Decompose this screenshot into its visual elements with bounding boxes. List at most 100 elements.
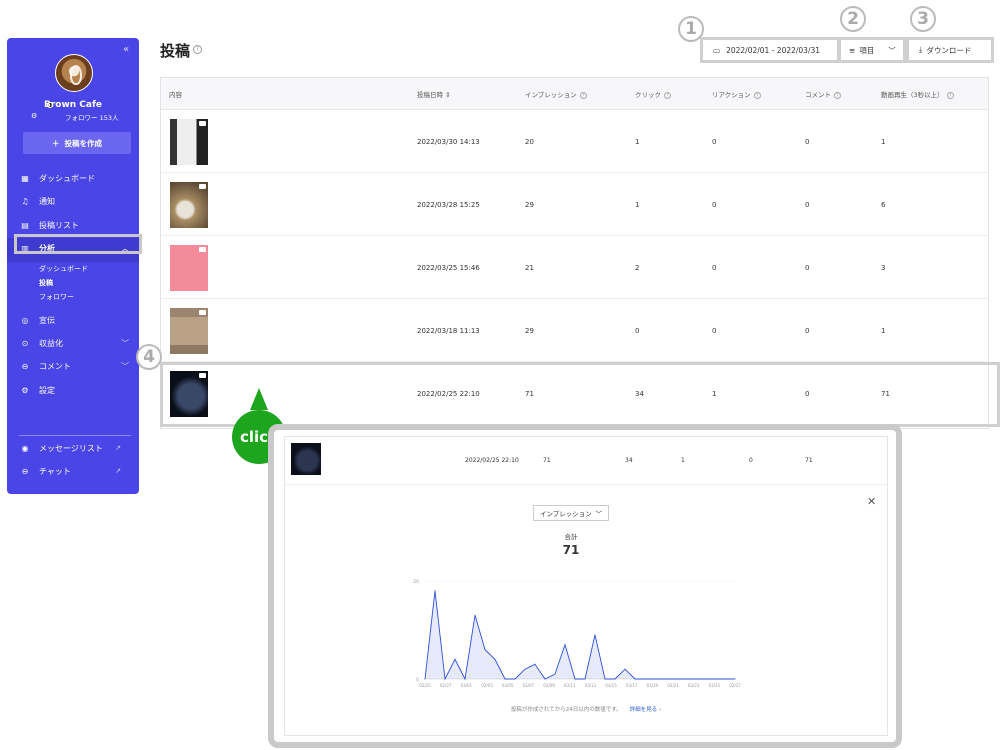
data-point [534, 663, 536, 665]
sidebar-item-notifications[interactable]: ♫ 通知 [19, 193, 133, 209]
video-icon [199, 184, 206, 189]
cell-comments: 0 [749, 457, 753, 464]
table-row[interactable]: 2022/03/28 15:25 29 1 0 0 6 [161, 173, 988, 236]
x-tick-label: 03/19 [647, 683, 659, 688]
x-tick-label: 03/17 [626, 683, 638, 688]
x-tick-label: 03/03 [481, 683, 493, 688]
cell-video-plays: 3 [881, 264, 886, 272]
x-tick-label: 03/15 [605, 683, 617, 688]
chevron-down-icon: ﹀ [121, 338, 129, 348]
header-reactions: リアクション? [712, 89, 761, 99]
cell-date: 2022/03/28 15:25 [417, 201, 480, 209]
data-point [704, 678, 706, 680]
post-thumbnail[interactable] [170, 182, 208, 228]
sidebar-sub-dashboard[interactable]: ダッシュボード [39, 264, 88, 274]
total-label: 合計 [564, 533, 578, 541]
chevron-down-icon: ﹀ [595, 510, 603, 518]
step-badge-1: 1 [678, 16, 704, 42]
impressions-chart: 20002/25 02/27 03/01 03/03 03/05 03/07 03/09 03… [413, 579, 741, 688]
post-thumbnail[interactable] [170, 119, 208, 165]
video-icon [199, 310, 206, 315]
sidebar-item-monetization[interactable]: ⊙ 収益化 ﹀ [19, 335, 133, 351]
cell-video-plays: 6 [881, 201, 886, 209]
data-point [644, 678, 646, 680]
callout-pointer [250, 388, 268, 410]
header-impressions: インプレッション? [525, 89, 587, 99]
post-thumbnail[interactable] [170, 308, 208, 354]
table-row[interactable]: 2022/03/25 15:46 21 2 0 0 3 [161, 236, 988, 299]
cell-date: 2022/03/30 14:13 [417, 138, 480, 146]
page-title: 投稿 [160, 42, 191, 60]
collapse-sidebar-icon[interactable]: « [123, 44, 129, 55]
table-row[interactable]: 2022/03/30 14:13 20 1 0 0 1 [161, 110, 988, 173]
x-tick-label: 02/27 [440, 683, 452, 688]
data-point [574, 678, 576, 680]
post-thumbnail [291, 443, 321, 475]
help-icon[interactable]: ? [664, 91, 671, 99]
download-button[interactable]: ⤓ ダウンロード [906, 37, 994, 63]
cell-date: 2022/03/25 15:46 [417, 264, 480, 272]
details-link[interactable]: 詳細を見る › [630, 707, 661, 713]
sidebar-sub-followers[interactable]: フォロワー [39, 292, 74, 302]
x-tick-label: 03/13 [585, 683, 597, 688]
data-point [554, 673, 556, 675]
cell-date: 2022/02/25 22:10 [465, 457, 519, 464]
filter-icon: ≡ [849, 45, 856, 55]
x-tick-label: 03/09 [543, 683, 555, 688]
help-icon[interactable]: ? [834, 91, 841, 99]
post-thumbnail[interactable] [170, 245, 208, 291]
sidebar-item-post-list[interactable]: ▤ 投稿リスト [19, 217, 133, 233]
date-range-picker[interactable]: ▭ 2022/02/01 - 2022/03/31 [700, 37, 840, 63]
sidebar-item-dashboard[interactable]: ▦ ダッシュボード [19, 170, 133, 186]
help-icon[interactable]: ? [753, 91, 761, 99]
settings-small-icon[interactable]: ⚙ [31, 112, 37, 120]
x-tick-label: 02/25 [419, 683, 431, 688]
avatar[interactable] [55, 54, 93, 92]
plus-icon: ＋ [52, 138, 60, 148]
close-icon[interactable]: ✕ [867, 495, 876, 508]
cell-comments: 0 [805, 264, 810, 272]
sidebar-item-comments[interactable]: ⊖ コメント ﹀ [19, 358, 133, 374]
sidebar-sub-posts[interactable]: 投稿 [39, 278, 53, 288]
chat-icon: ⊖ [21, 466, 29, 476]
cell-comments: 0 [805, 201, 810, 209]
total-value: 71 [562, 543, 580, 557]
metric-select[interactable]: インプレッション ﹀ [533, 505, 609, 521]
header-content: 内容 [169, 91, 182, 99]
header-video-plays: 動画再生（3秒以上）? [881, 89, 954, 99]
header-clicks: クリック? [635, 89, 671, 99]
data-point [724, 678, 726, 680]
create-post-button[interactable]: ＋投稿を作成 [23, 132, 131, 154]
sidebar-item-settings[interactable]: ⚙ 設定 [19, 382, 133, 398]
header-date[interactable]: 投稿日時 ⇕ [417, 89, 451, 99]
sidebar-item-message-list[interactable]: ◉ メッセージリスト ↗ [19, 440, 133, 456]
help-icon[interactable]: ? [193, 45, 202, 54]
columns-select[interactable]: ≡ 項目 ﹀ [838, 37, 906, 63]
message-list-icon: ◉ [21, 443, 29, 453]
table-row[interactable]: 2022/03/18 11:13 29 0 0 0 1 [161, 299, 988, 362]
data-point [694, 678, 696, 680]
data-point [614, 678, 616, 680]
step-badge-3: 3 [910, 6, 936, 32]
x-tick-label: 03/27 [729, 683, 741, 688]
chevron-down-icon: ﹀ [888, 45, 896, 55]
cell-video-plays: 1 [881, 138, 886, 146]
grid-icon: ▦ [21, 173, 29, 183]
help-icon[interactable]: ? [946, 91, 954, 99]
sidebar-item-promotion[interactable]: ◎ 宣伝 [19, 312, 133, 328]
document-icon: ▤ [21, 220, 29, 230]
data-point [444, 678, 446, 680]
data-point [664, 678, 666, 680]
y-tick-label: 20 [413, 579, 419, 585]
data-point [654, 678, 656, 680]
video-icon [199, 247, 206, 252]
download-icon: ⤓ [919, 45, 923, 54]
sidebar-item-chat[interactable]: ⊖ チャット ↗ [19, 463, 133, 479]
cell-impressions: 29 [525, 201, 534, 209]
data-point [714, 678, 716, 680]
cell-impressions: 71 [543, 457, 551, 464]
gear-icon: ⚙ [21, 385, 29, 395]
x-tick-label: 03/25 [709, 683, 721, 688]
help-icon[interactable]: ? [579, 91, 587, 99]
cell-impressions: 21 [525, 264, 534, 272]
